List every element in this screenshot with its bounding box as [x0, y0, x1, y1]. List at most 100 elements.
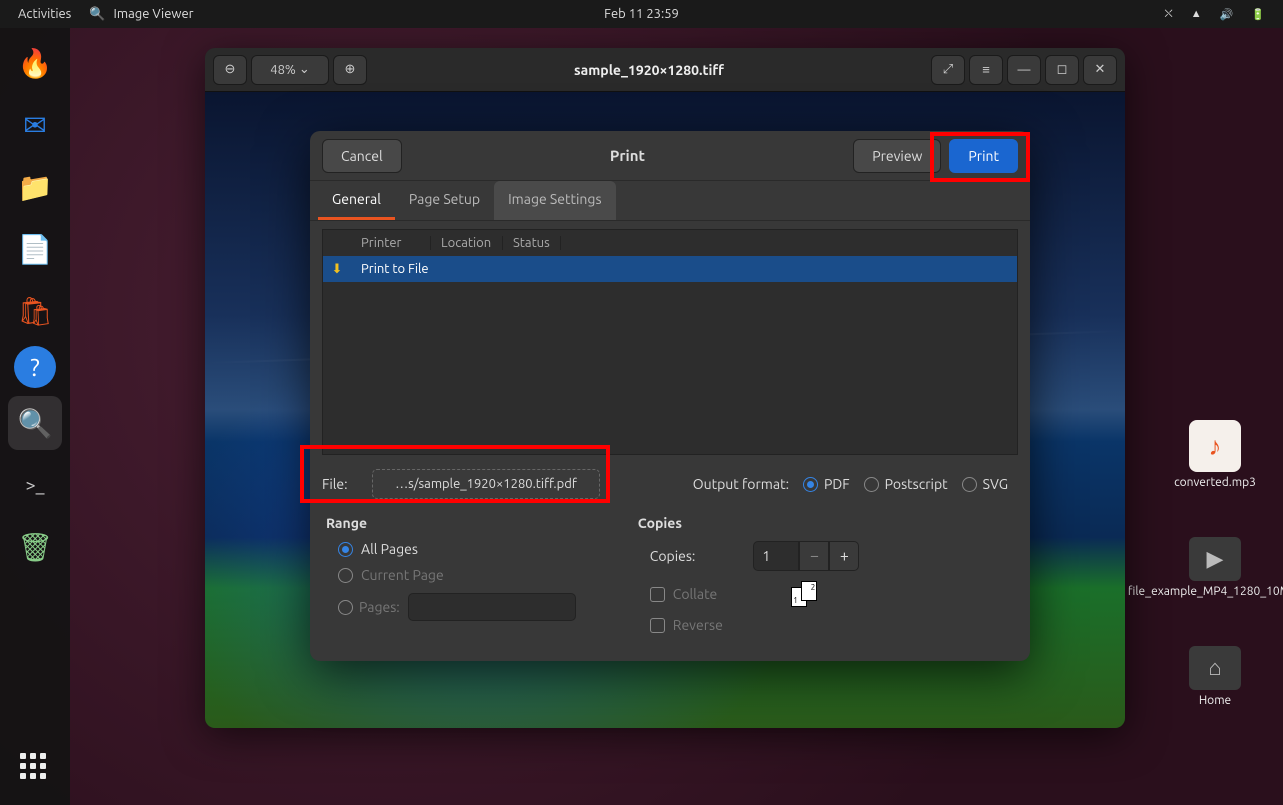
checkbox-icon	[650, 618, 665, 633]
battery-icon[interactable]: 🔋	[1251, 8, 1265, 21]
radio-dot-icon	[803, 477, 818, 492]
dock-show-apps[interactable]	[8, 741, 62, 795]
printer-list-header: Printer Location Status	[323, 230, 1017, 256]
tab-image-settings[interactable]: Image Settings	[494, 181, 615, 220]
close-icon: ✕	[1095, 62, 1106, 77]
file-label: File:	[322, 476, 362, 492]
printer-name: Print to File	[351, 262, 429, 276]
zoom-in-button[interactable]: ⊕	[333, 55, 367, 85]
icon-label: Home	[1199, 694, 1231, 707]
col-printer: Printer	[351, 236, 431, 250]
file-chooser-button[interactable]: …s/sample_1920×1280.tiff.pdf	[372, 469, 600, 499]
top-bar: Activities 🔍 Image Viewer Feb 11 23:59 ⛌…	[0, 0, 1283, 28]
chevron-down-icon: ⌄	[299, 62, 310, 77]
radio-current-page: Current Page	[338, 567, 576, 583]
dock-image-viewer[interactable]: 🔍	[8, 396, 62, 450]
download-arrow-icon: ⬇	[323, 262, 351, 277]
range-section: Range All Pages Current Page Pages:	[324, 515, 576, 643]
check-label: Reverse	[673, 617, 723, 633]
dock-help[interactable]: ?	[14, 346, 56, 388]
desktop-icon-mp4[interactable]: ▶ file_example_MP4_1280_10M…	[1165, 537, 1265, 598]
dock-firefox[interactable]: 🔥	[8, 36, 62, 90]
clock[interactable]: Feb 11 23:59	[604, 7, 679, 21]
printer-list[interactable]: Printer Location Status ⬇ Print to File	[322, 229, 1018, 455]
apps-grid-icon	[20, 753, 50, 783]
radio-postscript[interactable]: Postscript	[864, 476, 948, 492]
radio-svg[interactable]: SVG	[962, 476, 1008, 492]
music-file-icon: ♪	[1189, 420, 1241, 472]
radio-dot-icon	[338, 600, 353, 615]
dock-files[interactable]: 📁	[8, 160, 62, 214]
dock-software[interactable]: 🛍	[8, 284, 62, 338]
radio-label: Current Page	[361, 567, 444, 583]
menu-button[interactable]: ≡	[969, 55, 1003, 85]
fullscreen-button[interactable]: ⤢	[931, 55, 965, 85]
desktop-icon-mp3[interactable]: ♪ converted.mp3	[1165, 420, 1265, 489]
copies-section: Copies Copies: − + Collate 12 Reverse	[636, 515, 860, 643]
tab-page-setup[interactable]: Page Setup	[395, 181, 494, 220]
activities-button[interactable]: Activities	[18, 7, 71, 21]
hamburger-icon: ≡	[982, 62, 990, 77]
video-file-icon: ▶	[1189, 537, 1241, 581]
dock-terminal[interactable]: >_	[8, 458, 62, 512]
copies-input[interactable]	[753, 541, 799, 571]
maximize-icon: ◻	[1057, 62, 1068, 77]
check-label: Collate	[673, 586, 718, 602]
radio-pages: Pages:	[338, 599, 400, 615]
output-format-label: Output format:	[693, 476, 789, 492]
pages-input[interactable]	[408, 593, 576, 621]
maximize-button[interactable]: ◻	[1045, 55, 1079, 85]
dock-thunderbird[interactable]: ✉	[8, 98, 62, 152]
desktop-icons: ♪ converted.mp3 ▶ file_example_MP4_1280_…	[1165, 420, 1265, 707]
copies-title: Copies	[636, 515, 860, 531]
dialog-header: Cancel Print Preview Print	[310, 131, 1030, 181]
radio-all-pages[interactable]: All Pages	[338, 541, 576, 557]
cancel-button[interactable]: Cancel	[322, 139, 402, 173]
home-folder-icon: ⌂	[1189, 646, 1241, 690]
zoom-out-icon: ⊖	[225, 62, 236, 77]
dialog-tabs: General Page Setup Image Settings	[310, 181, 1030, 221]
app-name-label: Image Viewer	[114, 7, 194, 21]
checkbox-icon	[650, 587, 665, 602]
radio-dot-icon	[338, 542, 353, 557]
radio-label: PDF	[824, 476, 850, 492]
zoom-in-icon: ⊕	[345, 62, 356, 77]
radio-label: Postscript	[885, 476, 948, 492]
expand-icon: ⤢	[943, 62, 953, 77]
volume-icon[interactable]: 🔊	[1220, 8, 1234, 21]
copies-increment[interactable]: +	[829, 541, 859, 571]
copies-spinner: − +	[753, 541, 859, 571]
dialog-title: Print	[402, 147, 854, 164]
tab-general[interactable]: General	[318, 181, 395, 220]
window-title: sample_1920×1280.tiff	[373, 62, 925, 78]
close-button[interactable]: ✕	[1083, 55, 1117, 85]
desktop-icon-home[interactable]: ⌂ Home	[1165, 646, 1265, 707]
radio-label: SVG	[983, 476, 1008, 492]
printer-row-print-to-file[interactable]: ⬇ Print to File	[323, 256, 1017, 282]
collate-preview-icon: 12	[791, 581, 821, 607]
radio-pdf[interactable]: PDF	[803, 476, 850, 492]
radio-dot-icon	[962, 477, 977, 492]
preview-button[interactable]: Preview	[853, 139, 941, 173]
zoom-out-button[interactable]: ⊖	[213, 55, 247, 85]
dock-trash[interactable]: 🗑	[8, 520, 62, 574]
window-header: ⊖ 48% ⌄ ⊕ sample_1920×1280.tiff ⤢ ≡ — ◻ …	[205, 48, 1125, 92]
icon-label: converted.mp3	[1174, 476, 1256, 489]
zoom-level-dropdown[interactable]: 48% ⌄	[251, 55, 329, 85]
col-status: Status	[503, 236, 561, 250]
range-title: Range	[324, 515, 576, 531]
network-icon[interactable]: ▲	[1191, 8, 1202, 20]
print-dialog: Cancel Print Preview Print General Page …	[310, 131, 1030, 661]
radio-label: Pages:	[359, 599, 400, 615]
radio-dot-icon	[864, 477, 879, 492]
print-button[interactable]: Print	[949, 139, 1018, 173]
icon-label: file_example_MP4_1280_10M…	[1128, 585, 1283, 598]
app-indicator[interactable]: 🔍 Image Viewer	[89, 7, 193, 22]
dock-writer[interactable]: 📄	[8, 222, 62, 276]
radio-label: All Pages	[361, 541, 418, 557]
copies-decrement[interactable]: −	[799, 541, 829, 571]
minimize-button[interactable]: —	[1007, 55, 1041, 85]
checkbox-collate: Collate	[650, 586, 718, 602]
accessibility-icon[interactable]: ⛌	[1165, 8, 1173, 21]
zoom-label: 48%	[270, 63, 296, 77]
